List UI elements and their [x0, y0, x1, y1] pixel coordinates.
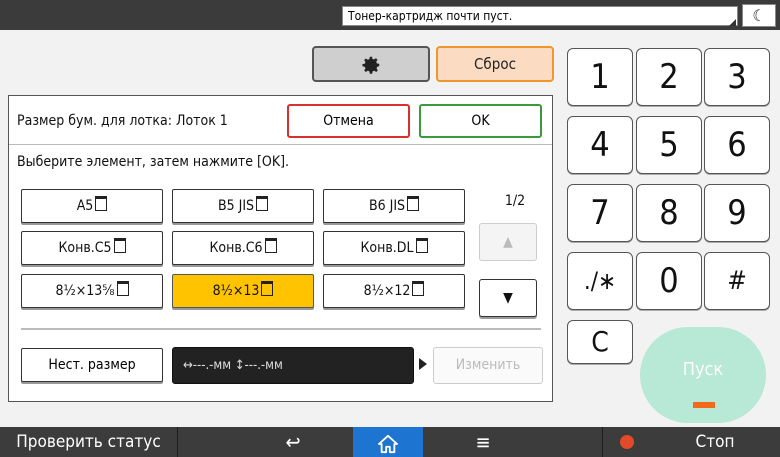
bottom-divider	[602, 427, 603, 457]
custom-dimensions-display: ↔---.-мм ↕---.-мм	[172, 347, 414, 384]
key-dot-star[interactable]: ./∗	[567, 252, 633, 310]
option-label: Конв.C5	[58, 240, 112, 256]
orientation-icon	[256, 196, 269, 211]
ok-button[interactable]: OK	[419, 104, 542, 138]
page-indicator: 1/2	[504, 193, 526, 209]
home-icon	[377, 434, 398, 453]
orientation-icon	[95, 196, 108, 211]
key-hash[interactable]: #	[704, 252, 770, 310]
orientation-icon	[415, 238, 428, 253]
paper-option-b5-jis[interactable]: B5 JIS	[172, 189, 314, 223]
option-label: 8½×12	[363, 283, 411, 299]
cancel-button[interactable]: Отмена	[287, 104, 410, 138]
key-5[interactable]: 5	[636, 116, 702, 174]
option-label: A5	[76, 198, 94, 214]
start-indicator-led	[693, 402, 715, 408]
reset-button[interactable]: Сброс	[436, 46, 554, 82]
bottom-bar: Проверить статус ↩ ≡ Стоп	[0, 427, 780, 457]
key-clear[interactable]: C	[567, 320, 633, 364]
stop-icon[interactable]	[620, 435, 634, 449]
key-1[interactable]: 1	[567, 48, 633, 106]
paper-option-8-5x13[interactable]: 8½×13	[172, 274, 314, 308]
paper-option-env-c6[interactable]: Конв.C6	[172, 231, 314, 265]
check-status-button[interactable]: Проверить статус	[0, 427, 178, 457]
status-message[interactable]: Тонер-картридж почти пуст.	[342, 6, 738, 26]
key-4[interactable]: 4	[567, 116, 633, 174]
moon-icon[interactable]: ☾	[742, 4, 776, 27]
paper-option-b6-jis[interactable]: B6 JIS	[323, 189, 465, 223]
menu-icon: ≡	[475, 430, 491, 454]
option-label: 8½×13⅝	[55, 283, 115, 299]
home-button[interactable]	[353, 427, 423, 457]
back-button[interactable]: ↩	[258, 427, 328, 457]
top-status-bar: Тонер-картридж почти пуст. ☾	[0, 0, 780, 30]
triangle-down-icon: ▼	[503, 290, 513, 306]
start-button[interactable]: Пуск	[640, 327, 766, 423]
orientation-icon	[412, 281, 425, 296]
dialog-title: Размер бум. для лотка: Лоток 1	[17, 113, 228, 129]
orientation-icon	[116, 281, 129, 296]
paper-size-dialog: Размер бум. для лотка: Лоток 1 Отмена OK…	[8, 95, 553, 402]
orientation-icon	[261, 281, 274, 296]
dialog-instruction: Выберите элемент, затем нажмите [OK].	[17, 154, 289, 170]
paper-option-env-dl[interactable]: Конв.DL	[323, 231, 465, 265]
orientation-icon	[407, 196, 420, 211]
menu-button[interactable]: ≡	[448, 427, 518, 457]
dialog-header: Размер бум. для лотка: Лоток 1 Отмена OK	[9, 96, 552, 145]
stop-button[interactable]: Стоп	[670, 427, 760, 457]
key-6[interactable]: 6	[704, 116, 770, 174]
key-9[interactable]: 9	[704, 184, 770, 242]
change-button[interactable]: Изменить	[433, 347, 543, 384]
gear-icon	[362, 56, 380, 74]
option-label: Конв.C6	[209, 240, 263, 256]
back-arrow-icon: ↩	[285, 430, 301, 454]
custom-size-button[interactable]: Нест. размер	[21, 348, 163, 382]
arrow-right-icon	[419, 358, 427, 370]
option-label: B6 JIS	[368, 198, 406, 214]
page-down-button[interactable]: ▼	[479, 279, 537, 317]
paper-option-8-5x12[interactable]: 8½×12	[323, 274, 465, 308]
key-8[interactable]: 8	[636, 184, 702, 242]
settings-button[interactable]	[312, 46, 430, 82]
orientation-icon	[113, 238, 126, 253]
option-label: Конв.DL	[360, 240, 414, 256]
paper-option-env-c5[interactable]: Конв.C5	[21, 231, 163, 265]
key-3[interactable]: 3	[704, 48, 770, 106]
triangle-up-icon: ▲	[503, 234, 513, 250]
key-2[interactable]: 2	[636, 48, 702, 106]
key-7[interactable]: 7	[567, 184, 633, 242]
paper-option-8-5x13-625[interactable]: 8½×13⅝	[21, 274, 163, 308]
option-label: B5 JIS	[217, 198, 255, 214]
page-up-button[interactable]: ▲	[479, 223, 537, 261]
orientation-icon	[264, 238, 277, 253]
dialog-divider	[21, 328, 541, 330]
key-0[interactable]: 0	[636, 252, 702, 310]
paper-option-a5[interactable]: A5	[21, 189, 163, 223]
status-expand-corner	[729, 19, 738, 26]
option-label: 8½×13	[212, 283, 260, 299]
